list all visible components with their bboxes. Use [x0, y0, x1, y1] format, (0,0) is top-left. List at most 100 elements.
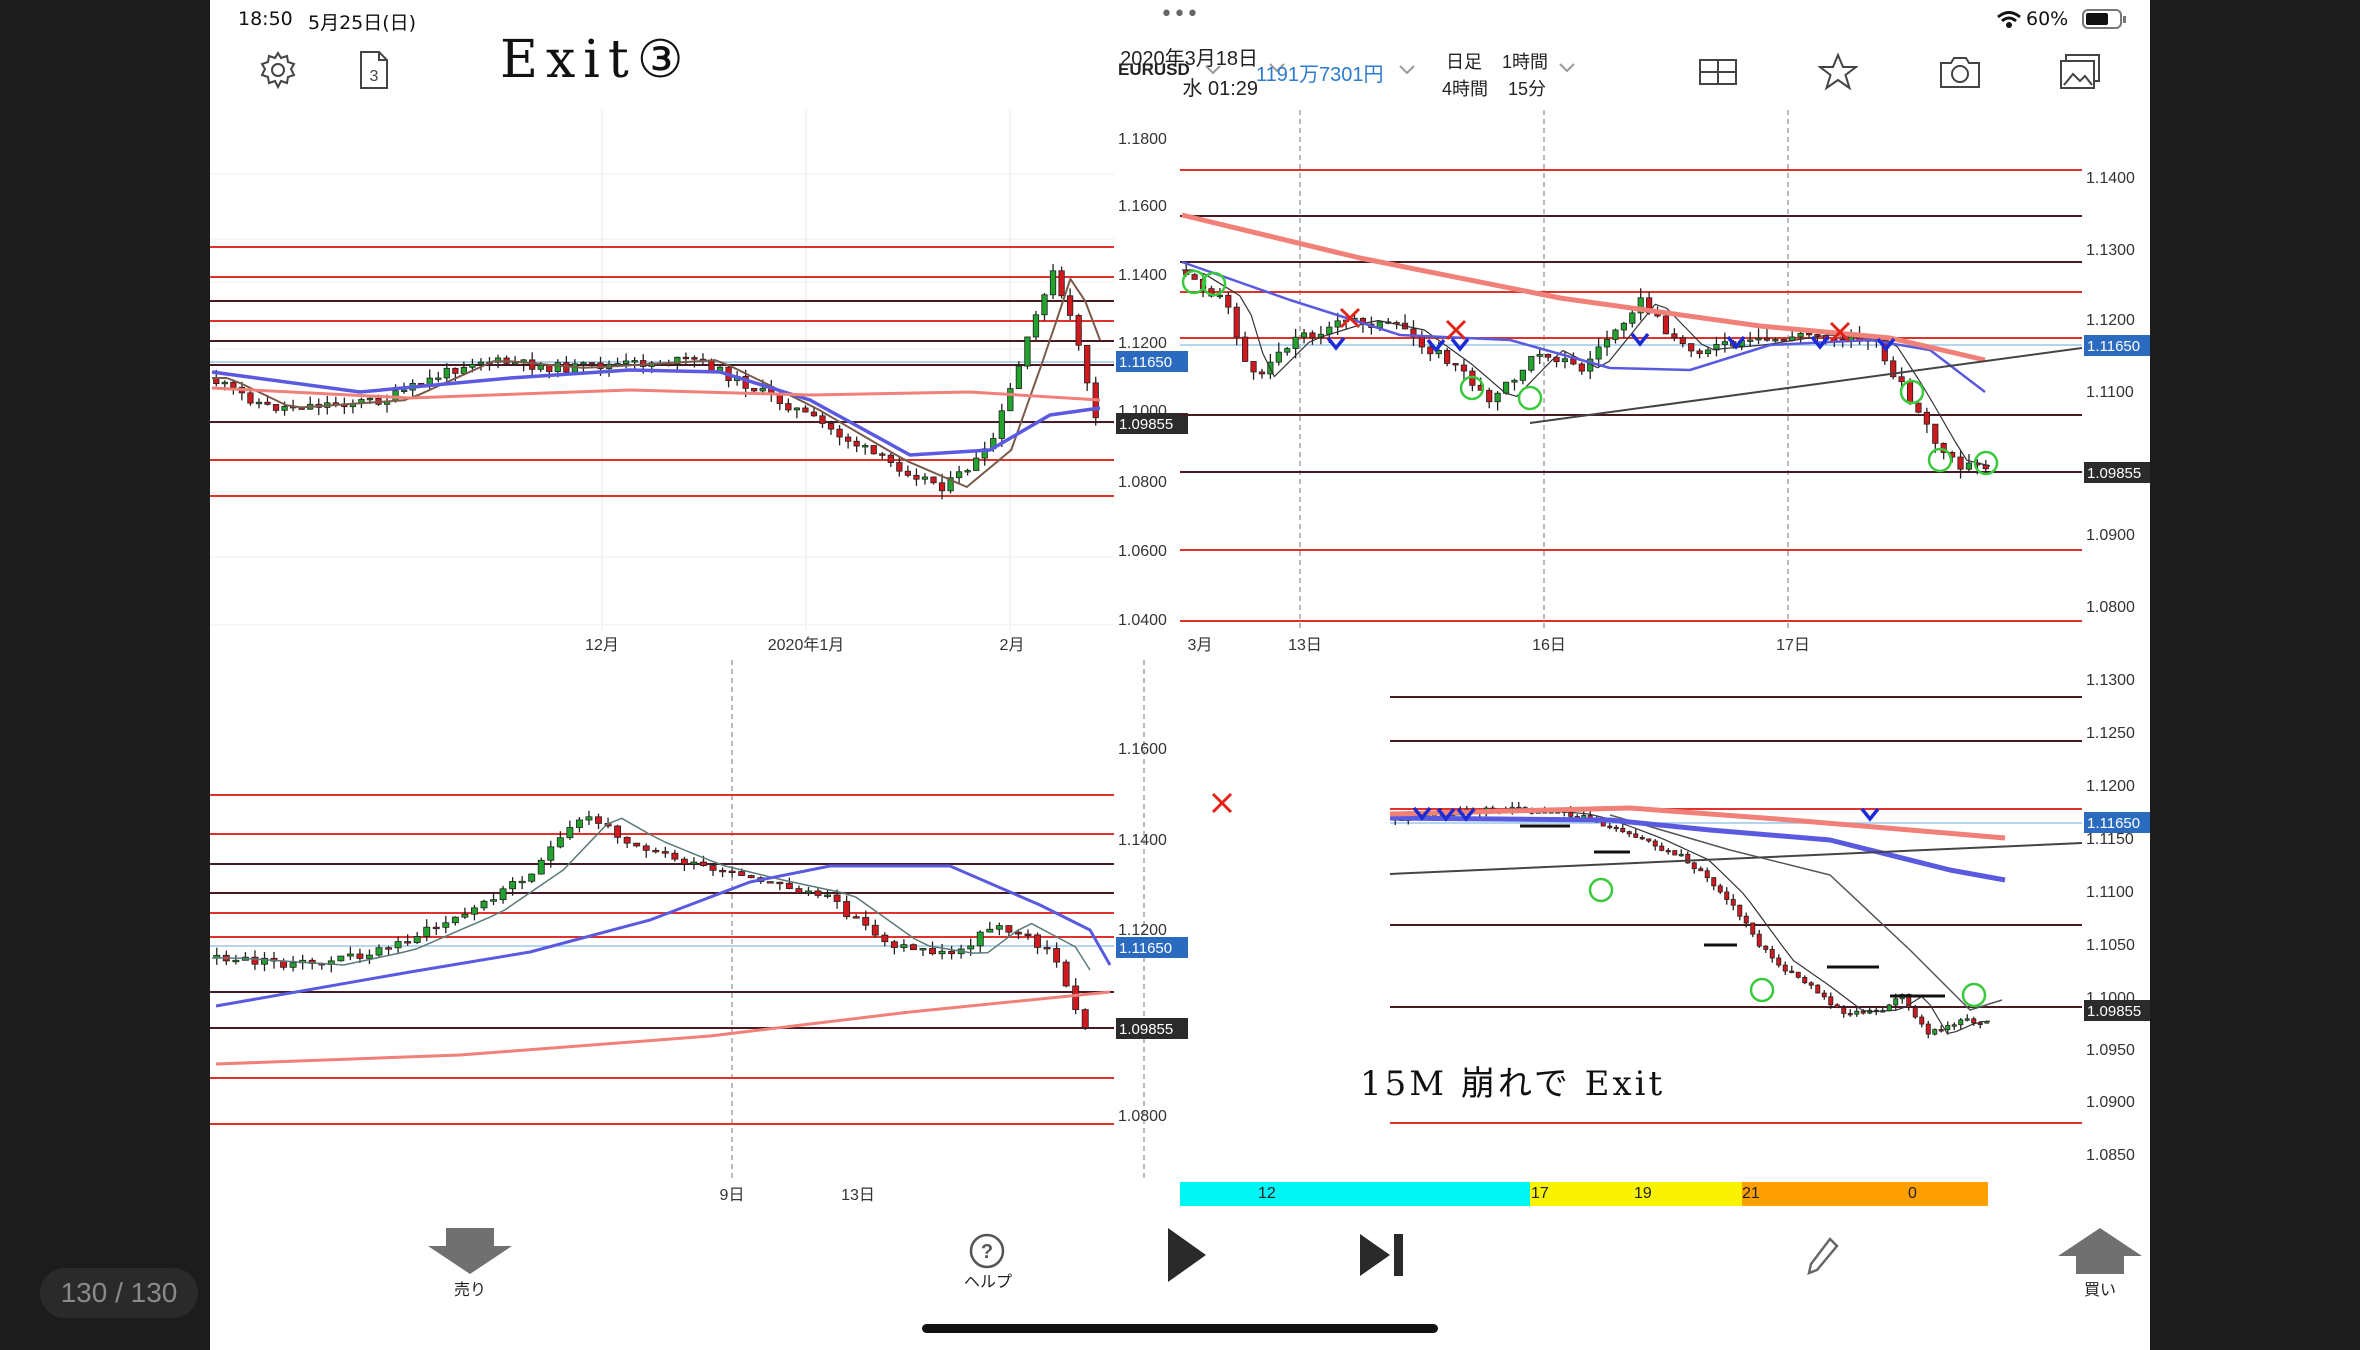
daily-candle — [1066, 295, 1074, 316]
daily-candle — [469, 363, 476, 368]
h1-candle — [1309, 332, 1316, 339]
h4-x-tick: 13日 — [841, 1187, 875, 1204]
m15-candle — [1620, 827, 1626, 833]
play-icon[interactable] — [1162, 1224, 1210, 1286]
h4-candle — [1062, 961, 1070, 987]
sell-button[interactable]: 売り — [430, 1276, 510, 1300]
m15-candle — [1756, 933, 1762, 947]
session-label-21: 21 — [1742, 1185, 1760, 1202]
m15-candle — [1912, 1006, 1918, 1018]
h4-candle — [289, 962, 297, 968]
h1-v-marker — [1450, 337, 1470, 352]
m15-y-tick: 1.1200 — [2086, 778, 2135, 795]
h4-candle — [967, 945, 975, 950]
m15-candle — [1769, 949, 1775, 959]
daily-candle — [1015, 365, 1023, 389]
home-indicator[interactable] — [922, 1324, 1438, 1333]
daily-candle — [879, 453, 886, 456]
h4-candle — [366, 954, 373, 959]
daily-candle — [998, 410, 1005, 439]
buy-button[interactable]: 買い — [2060, 1276, 2140, 1300]
h4-candle — [337, 955, 345, 962]
m15-candle — [1964, 1018, 1970, 1021]
h4-candle — [547, 846, 555, 861]
h1-candle — [1536, 354, 1543, 357]
h4-candle — [1034, 934, 1041, 948]
h1-candle — [1225, 294, 1232, 308]
h1-candle — [1603, 338, 1611, 348]
m15-candle — [1665, 849, 1671, 853]
help-button[interactable]: ヘルプ — [948, 1268, 1028, 1292]
m15-entry-circle — [1588, 877, 1614, 903]
h4-candle — [480, 900, 488, 909]
daily-candle — [1084, 344, 1091, 384]
h1-candle — [1418, 336, 1425, 348]
daily-candle — [955, 471, 963, 479]
daily-candle — [887, 454, 894, 463]
h4-candle — [814, 890, 822, 896]
h4-candle — [805, 890, 812, 894]
h1-candle — [1292, 336, 1299, 349]
h1-candle — [1763, 337, 1771, 341]
session-label-17: 17 — [1531, 1185, 1549, 1202]
daily-x-tick: 2020年1月 — [768, 636, 845, 654]
h4-candle — [795, 888, 803, 894]
h4-ma-fast — [212, 817, 1091, 971]
m15-y-tick: 1.0850 — [2086, 1147, 2135, 1164]
h4-candle — [490, 899, 497, 902]
h1-y-tick: 1.1100 — [2086, 384, 2134, 401]
h4-candle — [1014, 931, 1022, 935]
daily-candle — [281, 405, 288, 411]
h4-candle — [614, 825, 622, 838]
m15-candle — [1711, 877, 1717, 887]
daily-candle — [776, 393, 783, 404]
h4-candle — [375, 947, 383, 956]
h4-candle — [871, 924, 879, 936]
daily-candle — [819, 415, 826, 424]
daily-candle — [230, 381, 237, 388]
daily-candle — [460, 366, 468, 374]
h1-candle — [1233, 306, 1240, 338]
h1-candle — [1747, 339, 1754, 342]
daily-candle — [435, 377, 442, 380]
h1-candle — [1620, 322, 1627, 331]
h4-candle — [251, 956, 259, 965]
m15-candle — [1951, 1024, 1957, 1027]
m15-candle — [1977, 1022, 1983, 1025]
h4-candle — [890, 941, 898, 948]
daily-x-tick: 12月 — [585, 637, 619, 654]
step-forward-icon[interactable] — [1356, 1230, 1408, 1280]
help-icon[interactable]: ? — [968, 1232, 1006, 1270]
daily-candle — [452, 367, 459, 374]
daily-candle — [366, 397, 374, 401]
h1-candle — [1494, 392, 1501, 403]
daily-ma-fast — [212, 277, 1101, 488]
m15-candle — [1646, 838, 1652, 842]
chart-canvas[interactable]: 1.18001.16001.14001.12001.10001.08001.06… — [210, 0, 2150, 1350]
h1-candle — [1932, 423, 1939, 444]
daily-candle — [759, 387, 766, 392]
m15-candle — [1958, 1019, 1964, 1026]
h4-candle — [747, 875, 755, 879]
daily-y-tick: 1.0800 — [1118, 474, 1167, 491]
daily-candle — [1041, 294, 1048, 316]
daily-candle — [930, 476, 937, 484]
h4-candle — [575, 819, 583, 828]
h1-y-tick: 1.0800 — [2086, 599, 2135, 616]
h1-candle — [1805, 332, 1813, 336]
m15-candle — [1698, 868, 1704, 872]
sell-arrow-icon[interactable] — [426, 1226, 514, 1276]
h1-candle — [1300, 332, 1308, 338]
h4-candle — [1024, 933, 1032, 936]
h1-candle — [1191, 274, 1198, 280]
buy-arrow-icon[interactable] — [2056, 1226, 2144, 1276]
pencil-icon[interactable] — [1806, 1236, 1840, 1276]
h4-candle — [986, 928, 994, 933]
daily-candle — [708, 359, 715, 373]
h1-candle — [1612, 329, 1619, 340]
h1-price-tag-current: 1.11650 — [2087, 338, 2140, 355]
m15-candle — [1737, 904, 1743, 917]
h4-candle — [394, 941, 402, 949]
m15-candle — [1652, 840, 1658, 847]
m15-candle — [1639, 836, 1645, 840]
